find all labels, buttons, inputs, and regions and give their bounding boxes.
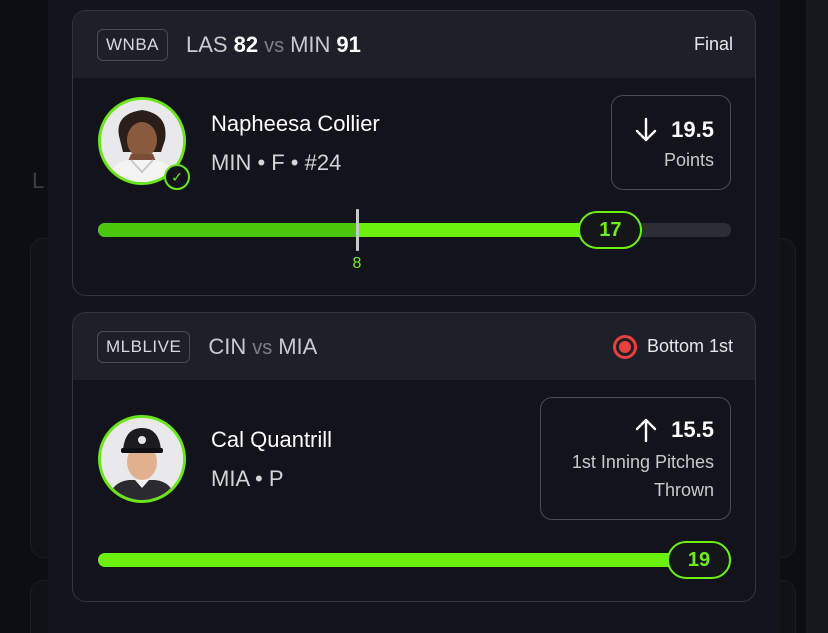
stat-label-line-2: Thrown [653,480,714,500]
league-badge: WNBA [97,28,168,61]
progress-fill-below-marker [98,223,358,237]
stat-label: Points [663,150,714,170]
stat-label: 1st Inning Pitches Thrown [572,448,714,504]
home-team: MIA [278,333,318,359]
player-meta: MIA • P [211,466,284,491]
prop-line: 19.5 [635,117,714,143]
pick-card-mlb[interactable]: MLBLIVE CIN vs MIA Bottom 1st Cal Quantr… [72,312,756,602]
line-value: 15.5 [671,417,714,442]
game-status: Final [694,34,733,55]
arrow-up-icon [635,418,657,443]
live-indicator-icon [612,334,637,359]
current-value-pill: 17 [578,211,643,249]
matchup: CIN vs MIA [208,334,317,360]
checkmark-icon: ✓ [164,164,190,190]
marker-value: 8 [352,255,362,272]
home-team: MIN [290,31,331,57]
home-score: 91 [336,31,361,57]
player-meta: MIN • F • #24 [211,150,342,175]
vs-label: vs [252,336,273,359]
away-team: CIN [208,333,247,359]
player-name: Napheesa Collier [211,111,380,136]
vs-label: vs [264,34,285,57]
player-avatar [98,415,186,503]
prop-line-box[interactable]: 15.5 1st Inning Pitches Thrown [540,397,731,520]
game-status-text: Final [693,34,733,54]
progress-track [98,553,731,567]
pick-card-wnba[interactable]: WNBA LAS 82 vs MIN 91 Final ✓ Napheesa C… [72,10,756,296]
arrow-down-icon [635,117,657,142]
current-value-pill: 19 [667,541,731,579]
prop-line: 15.5 [635,417,714,443]
player-headshot-icon [101,418,183,500]
away-score: 82 [233,31,259,57]
game-header: MLBLIVE CIN vs MIA Bottom 1st [73,313,755,380]
player-name: Cal Quantrill [211,427,333,452]
stat-label-line-1: 1st Inning Pitches [571,452,714,472]
progress-marker [356,209,360,251]
background-text: L [32,168,45,193]
away-team: LAS [186,31,228,57]
game-status-text: Bottom 1st [646,336,733,356]
line-value: 19.5 [671,117,714,142]
prop-line-box[interactable]: 19.5 Points [611,95,731,190]
league-badge: MLBLIVE [97,330,191,363]
matchup-score: LAS 82 vs MIN 91 [186,32,361,58]
game-header: WNBA LAS 82 vs MIN 91 Final [73,11,755,78]
game-status: Bottom 1st [612,334,733,359]
progress-fill [98,553,731,567]
